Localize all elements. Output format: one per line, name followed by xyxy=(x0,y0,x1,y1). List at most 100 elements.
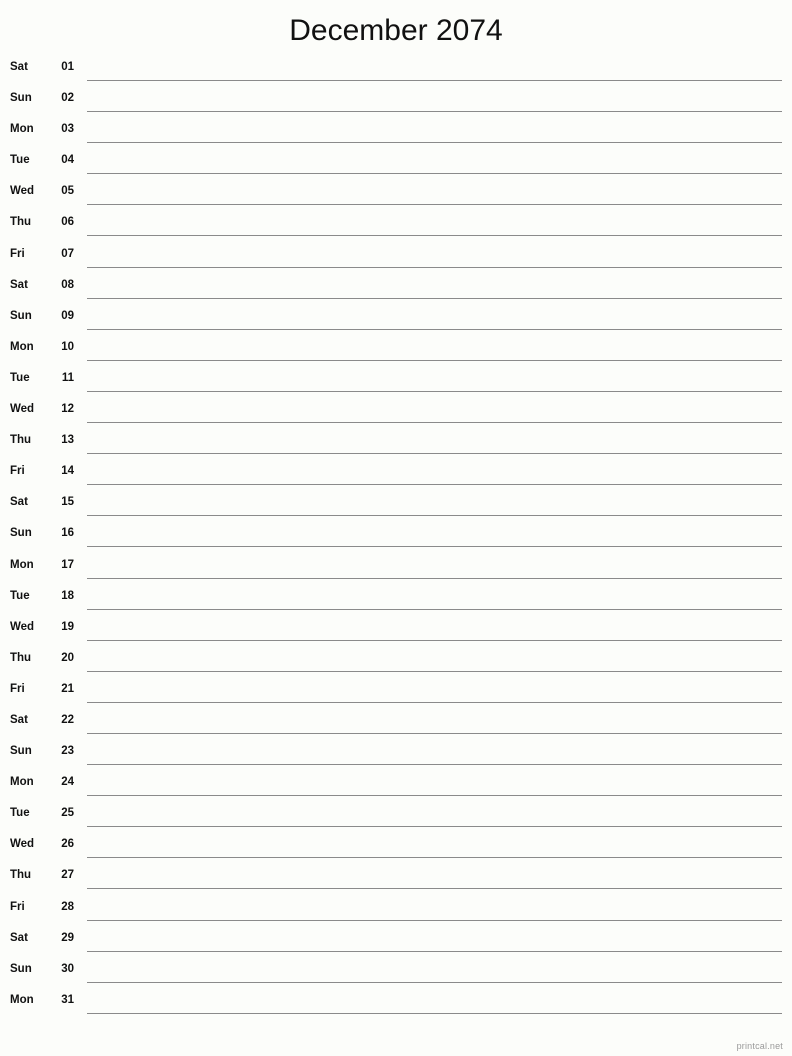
day-row: Sun 23 xyxy=(0,742,792,773)
day-weekday-label: Tue xyxy=(10,154,30,167)
calendar-page: December 2074 Sat 01 Sun 02 Mon 03 Tue 04 Wed 05 T… xyxy=(0,0,792,1056)
day-row: Sun 09 xyxy=(0,307,792,338)
day-weekday-label: Wed xyxy=(10,185,35,198)
day-row: Sun 16 xyxy=(0,524,792,555)
day-weekday-label: Fri xyxy=(10,465,25,478)
day-number-label: 27 xyxy=(61,869,74,882)
day-row: Thu 13 xyxy=(0,431,792,462)
day-writing-line[interactable] xyxy=(87,556,782,579)
day-writing-line[interactable] xyxy=(87,369,782,392)
day-row: Wed 19 xyxy=(0,618,792,649)
page-title: December 2074 xyxy=(289,14,503,47)
day-writing-line[interactable] xyxy=(87,182,782,206)
day-row: Thu 06 xyxy=(0,213,792,244)
day-weekday-label: Wed xyxy=(10,838,35,851)
day-weekday-label: Sun xyxy=(10,962,32,975)
day-row: Fri 21 xyxy=(0,680,792,711)
day-weekday-label: Thu xyxy=(10,869,32,882)
day-number-label: 06 xyxy=(61,216,74,229)
day-number-label: 08 xyxy=(61,278,74,291)
day-writing-line[interactable] xyxy=(87,58,782,81)
day-writing-line[interactable] xyxy=(87,151,782,175)
day-number-label: 14 xyxy=(61,465,74,478)
day-writing-line[interactable] xyxy=(87,711,782,734)
day-number-label: 28 xyxy=(61,900,74,913)
day-row: Thu 27 xyxy=(0,866,792,897)
day-row: Sat 08 xyxy=(0,276,792,307)
day-number-label: 22 xyxy=(61,713,74,726)
day-weekday-label: Mon xyxy=(10,993,34,1006)
day-number-label: 13 xyxy=(61,434,74,447)
day-writing-line[interactable] xyxy=(87,276,782,299)
day-number-label: 12 xyxy=(61,403,74,416)
day-writing-line[interactable] xyxy=(87,338,782,361)
day-writing-line[interactable] xyxy=(87,587,782,610)
day-number-label: 04 xyxy=(61,154,74,167)
day-row: Sun 02 xyxy=(0,89,792,120)
day-row: Mon 10 xyxy=(0,338,792,369)
day-writing-line[interactable] xyxy=(87,120,782,144)
day-weekday-label: Tue xyxy=(10,807,30,820)
day-weekday-label: Thu xyxy=(10,216,32,229)
day-weekday-label: Sat xyxy=(10,496,28,509)
day-number-label: 02 xyxy=(61,92,74,105)
day-writing-line[interactable] xyxy=(87,680,782,703)
day-writing-line[interactable] xyxy=(87,400,782,424)
day-weekday-label: Tue xyxy=(10,371,30,384)
day-weekday-label: Sat xyxy=(10,713,28,726)
day-writing-line[interactable] xyxy=(87,960,782,983)
day-row: Fri 07 xyxy=(0,245,792,276)
day-row: Mon 31 xyxy=(0,991,792,1022)
day-writing-line[interactable] xyxy=(87,742,782,766)
day-number-label: 18 xyxy=(61,589,74,602)
day-writing-line[interactable] xyxy=(87,773,782,797)
day-writing-line[interactable] xyxy=(87,649,782,672)
day-row: Fri 28 xyxy=(0,898,792,929)
day-writing-line[interactable] xyxy=(87,835,782,859)
day-weekday-label: Mon xyxy=(10,776,34,789)
day-weekday-label: Fri xyxy=(10,247,25,260)
day-writing-line[interactable] xyxy=(87,804,782,828)
day-writing-line[interactable] xyxy=(87,991,782,1014)
day-writing-line[interactable] xyxy=(87,618,782,641)
day-row: Wed 12 xyxy=(0,400,792,431)
day-weekday-label: Wed xyxy=(10,403,35,416)
day-row: Sun 30 xyxy=(0,960,792,991)
day-writing-line[interactable] xyxy=(87,245,782,268)
day-weekday-label: Sat xyxy=(10,931,28,944)
day-writing-line[interactable] xyxy=(87,898,782,921)
day-number-label: 05 xyxy=(61,185,74,198)
day-writing-line[interactable] xyxy=(87,462,782,486)
day-number-label: 01 xyxy=(61,61,74,73)
day-writing-line[interactable] xyxy=(87,524,782,548)
day-row: Wed 05 xyxy=(0,182,792,213)
day-row: Sat 01 xyxy=(0,58,792,89)
day-number-label: 09 xyxy=(61,309,74,322)
day-row: Mon 17 xyxy=(0,556,792,587)
day-writing-line[interactable] xyxy=(87,866,782,890)
day-writing-line[interactable] xyxy=(87,213,782,237)
day-writing-line[interactable] xyxy=(87,307,782,330)
day-weekday-label: Sun xyxy=(10,309,32,322)
day-writing-line[interactable] xyxy=(87,929,782,952)
day-number-label: 03 xyxy=(61,123,74,136)
day-number-label: 11 xyxy=(61,371,74,384)
day-weekday-label: Mon xyxy=(10,123,34,136)
day-row: Thu 20 xyxy=(0,649,792,680)
day-row: Tue 04 xyxy=(0,151,792,182)
day-number-label: 26 xyxy=(61,838,74,851)
day-row: Sat 15 xyxy=(0,493,792,524)
day-row: Tue 18 xyxy=(0,587,792,618)
day-number-label: 15 xyxy=(61,496,74,509)
day-number-label: 07 xyxy=(61,247,74,260)
day-weekday-label: Fri xyxy=(10,900,25,913)
day-number-label: 30 xyxy=(61,962,74,975)
day-writing-line[interactable] xyxy=(87,493,782,517)
day-writing-line[interactable] xyxy=(87,89,782,113)
day-number-label: 24 xyxy=(61,776,74,789)
day-number-label: 25 xyxy=(61,807,74,820)
day-writing-line[interactable] xyxy=(87,431,782,455)
day-number-label: 21 xyxy=(61,682,74,695)
day-row: Mon 03 xyxy=(0,120,792,151)
day-number-label: 16 xyxy=(61,527,74,540)
